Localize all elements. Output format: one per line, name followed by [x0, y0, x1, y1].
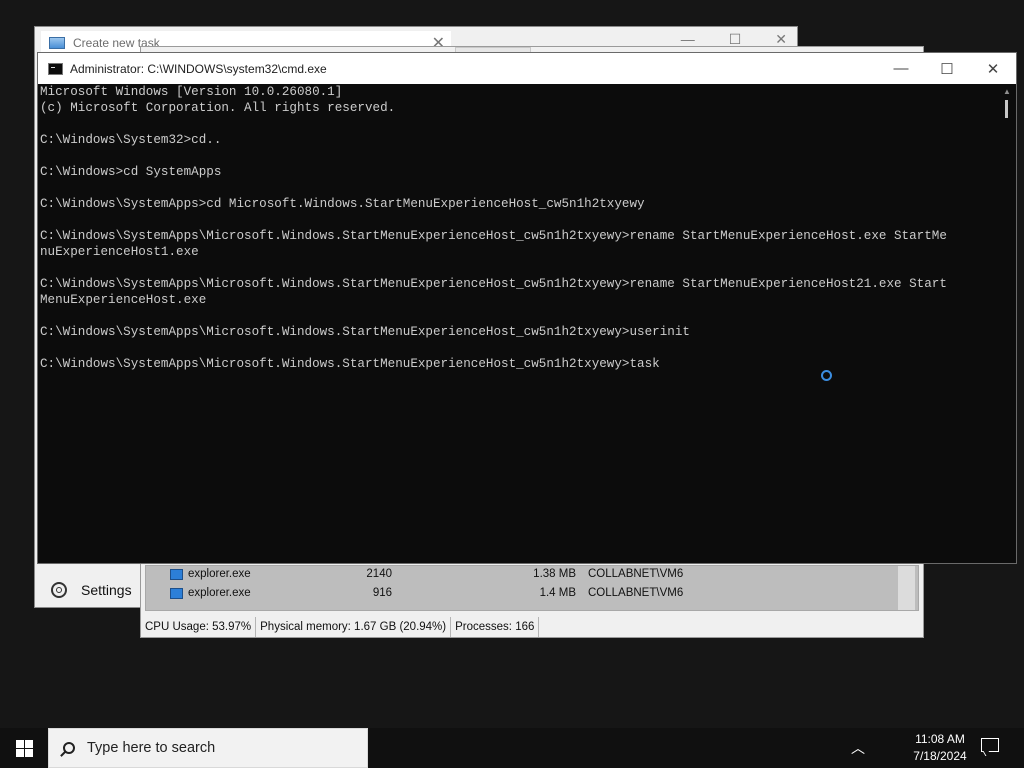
taskbar: Type here to search ︿ 11:08 AM 7/18/2024 — [0, 728, 1024, 768]
process-count: Processes: 166 — [451, 617, 540, 637]
console-line: (c) Microsoft Corporation. All rights re… — [40, 101, 396, 115]
table-row[interactable]: explorer.exe 916 1.4 MB COLLABNET\VM6 — [146, 585, 918, 604]
console-line: C:\Windows\SystemApps\Microsoft.Windows.… — [40, 229, 947, 243]
process-memory: 1.4 MB — [539, 587, 576, 599]
process-list: explorer.exe 2140 1.38 MB COLLABNET\VM6 … — [145, 565, 919, 611]
cmd-titlebar[interactable]: Administrator: C:\WINDOWS\system32\cmd.e… — [38, 53, 1016, 84]
console-line: C:\Windows\System32>cd.. — [40, 133, 222, 147]
console-line: C:\Windows\SystemApps\Microsoft.Windows.… — [40, 325, 690, 339]
gear-icon — [51, 582, 67, 598]
start-button[interactable] — [0, 728, 48, 768]
chevron-up-icon[interactable]: ︿ — [848, 738, 868, 758]
status-bar: CPU Usage: 53.97% Physical memory: 1.67 … — [141, 617, 923, 637]
process-name: explorer.exe — [188, 568, 251, 580]
console-line: C:\Windows\SystemApps>cd Microsoft.Windo… — [40, 197, 645, 211]
console-line: MenuExperienceHost.exe — [40, 293, 207, 307]
table-row[interactable]: explorer.exe 2140 1.38 MB COLLABNET\VM6 — [146, 566, 918, 585]
console-line: Microsoft Windows [Version 10.0.26080.1] — [40, 85, 343, 99]
process-icon — [170, 588, 183, 599]
system-clock[interactable]: 11:08 AM 7/18/2024 — [898, 731, 982, 765]
close-button[interactable]: ✕ — [970, 53, 1016, 84]
cmd-window[interactable]: Administrator: C:\WINDOWS\system32\cmd.e… — [37, 52, 1017, 564]
process-user: COLLABNET\VM6 — [588, 587, 684, 599]
console-line: C:\Windows\SystemApps\Microsoft.Windows.… — [40, 277, 947, 291]
scrollbar-thumb[interactable] — [1005, 100, 1008, 118]
settings-item[interactable]: Settings — [35, 575, 141, 605]
process-pid: 916 — [372, 587, 392, 599]
process-pid: 2140 — [366, 568, 392, 580]
busy-spinner-icon — [821, 370, 832, 381]
process-name: explorer.exe — [188, 587, 251, 599]
maximize-button[interactable]: ☐ — [924, 53, 970, 84]
minimize-button[interactable]: — — [878, 53, 924, 84]
clock-date: 7/18/2024 — [913, 749, 967, 763]
task-window-icon — [49, 37, 65, 49]
notification-icon[interactable] — [981, 738, 999, 752]
search-placeholder: Type here to search — [87, 740, 216, 756]
search-icon — [63, 742, 75, 754]
console-line: nuExperienceHost1.exe — [40, 245, 199, 259]
process-memory: 1.38 MB — [533, 568, 576, 580]
console-line: C:\Windows>cd SystemApps — [40, 165, 222, 179]
cpu-usage: CPU Usage: 53.97% — [141, 617, 257, 637]
physical-memory: Physical memory: 1.67 GB (20.94%) — [256, 617, 452, 637]
console-icon — [48, 62, 63, 75]
console-line: C:\Windows\SystemApps\Microsoft.Windows.… — [40, 357, 660, 371]
console-scrollbar[interactable]: ▲ — [999, 84, 1016, 563]
taskbar-search[interactable]: Type here to search — [48, 728, 368, 768]
cmd-window-title: Administrator: C:\WINDOWS\system32\cmd.e… — [70, 61, 327, 76]
scroll-up-icon[interactable]: ▲ — [1003, 87, 1011, 96]
windows-logo-icon — [15, 739, 33, 757]
process-user: COLLABNET\VM6 — [588, 568, 684, 580]
process-list-scrollbar[interactable] — [898, 566, 915, 610]
clock-time: 11:08 AM — [915, 732, 965, 746]
process-icon — [170, 569, 183, 580]
console-output[interactable]: Microsoft Windows [Version 10.0.26080.1]… — [40, 84, 1000, 562]
settings-label: Settings — [81, 582, 132, 598]
